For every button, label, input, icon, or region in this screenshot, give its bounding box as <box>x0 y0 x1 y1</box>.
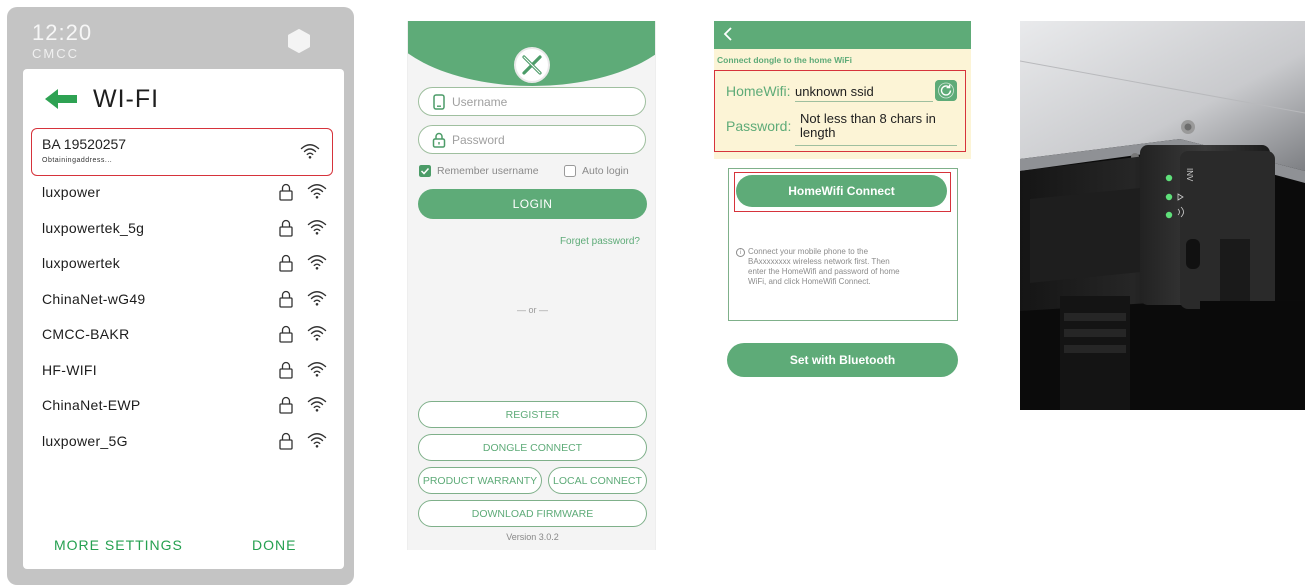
homewifi-screen: Connect dongle to the home WiFi HomeWifi… <box>714 21 971 381</box>
back-arrow-icon[interactable] <box>45 87 79 111</box>
wifi-network-row[interactable]: HF-WIFI <box>31 356 333 386</box>
lock-icon <box>279 183 293 201</box>
password-placeholder: Password <box>452 132 505 147</box>
wifi-settings-panel: 12:20 CMCC WI-FI BA 19520257 Obtainingad… <box>7 7 354 585</box>
top-bar <box>714 21 971 49</box>
wifi-network-row[interactable]: luxpowertek_5g <box>31 214 333 244</box>
homewifi-underline <box>795 101 933 102</box>
hint-text: Connect dongle to the home WiFi <box>717 55 852 65</box>
or-divider: — or — <box>516 305 548 315</box>
lock-icon <box>279 254 293 272</box>
more-settings-button[interactable]: MORE SETTINGS <box>54 537 183 553</box>
set-with-bluetooth-button[interactable]: Set with Bluetooth <box>727 343 958 377</box>
password-label: Password: <box>726 118 792 134</box>
lock-icon <box>279 396 293 414</box>
wifi-network-ssid: luxpowertek <box>42 255 121 271</box>
status-carrier: CMCC <box>32 46 79 61</box>
homewifi-label: HomeWifi: <box>726 83 791 99</box>
wifi-network-row[interactable]: ChinaNet-EWP <box>31 391 333 421</box>
dongle-photo: INV <box>1020 21 1305 410</box>
info-line-2: BAxxxxxxxx wireless network first. Then <box>748 257 890 266</box>
lock-icon <box>279 325 293 343</box>
user-icon <box>433 93 445 110</box>
wifi-network-row[interactable]: luxpower <box>31 178 333 208</box>
led-inv <box>1165 174 1173 182</box>
remember-username-checkbox[interactable]: Remember username <box>419 165 539 177</box>
login-screen: Username Password Remember username Auto… <box>407 21 656 550</box>
password-input[interactable]: Password <box>418 125 646 154</box>
wifi-icon <box>307 255 327 270</box>
lock-icon <box>279 361 293 379</box>
wifi-icon <box>307 432 327 448</box>
selected-network-status: Obtainingaddress... <box>42 157 113 164</box>
wifi-network-row[interactable]: CMCC-BAKR <box>31 320 333 350</box>
auto-login-label: Auto login <box>582 165 629 177</box>
wifi-icon <box>307 326 327 341</box>
app-logo <box>514 47 550 83</box>
wifi-network-ssid: ChinaNet-EWP <box>42 397 141 413</box>
wifi-network-ssid: luxpower <box>42 184 101 200</box>
logo-x-icon <box>522 55 542 75</box>
dongle-connect-button[interactable]: DONGLE CONNECT <box>418 434 647 461</box>
wifi-sheet: WI-FI BA 19520257 Obtainingaddress... lu… <box>23 69 344 569</box>
wifi-network-ssid: luxpowertek_5g <box>42 219 145 236</box>
register-button[interactable]: REGISTER <box>418 401 647 428</box>
back-chevron-icon[interactable] <box>723 26 733 42</box>
wifi-icon <box>307 184 327 199</box>
led-wifi <box>1165 193 1173 201</box>
checkbox-checked-icon <box>419 165 431 177</box>
selected-network[interactable]: BA 19520257 Obtainingaddress... <box>31 128 333 176</box>
wifi-network-row[interactable]: ChinaNet-wG49 <box>31 285 333 315</box>
app-version: Version 3.0.2 <box>506 532 559 542</box>
product-warranty-button[interactable]: PRODUCT WARRANTY <box>418 467 542 494</box>
wifi-password-field[interactable]: Not less than 8 chars in length <box>800 112 936 140</box>
wifi-password-placeholder-line2: length <box>800 125 836 140</box>
wifi-network-ssid: luxpower_5G <box>42 432 128 449</box>
wifi-icon <box>307 361 327 377</box>
inv-label: INV <box>1185 168 1194 182</box>
lock-icon <box>279 432 293 450</box>
lock-icon <box>279 219 293 237</box>
wifi-header: WI-FI <box>45 84 159 114</box>
forget-password-link[interactable]: Forget password? <box>560 236 640 247</box>
wifi-network-row[interactable]: luxpowertek <box>31 249 333 279</box>
wifi-network-ssid: HF-WIFI <box>42 361 97 378</box>
info-icon: i <box>736 248 745 257</box>
username-placeholder: Username <box>452 94 508 109</box>
wifi-password-placeholder-line1: Not less than 8 chars in <box>800 111 936 126</box>
wifi-network-row[interactable]: luxpower_5G <box>31 427 333 457</box>
checkbox-icon <box>564 165 576 177</box>
refresh-icon[interactable] <box>935 80 957 101</box>
wifi-network-ssid: CMCC-BAKR <box>42 326 130 342</box>
wifi-icon <box>300 144 320 159</box>
homewifi-ssid-field[interactable]: unknown ssid <box>795 84 874 99</box>
led-comm <box>1165 211 1173 219</box>
info-line-3: enter the HomeWifi and password of home <box>748 267 900 276</box>
remember-username-label: Remember username <box>437 165 539 177</box>
username-input[interactable]: Username <box>418 87 646 116</box>
lock-icon <box>279 290 293 308</box>
done-button[interactable]: DONE <box>252 537 296 553</box>
hexagon-icon[interactable] <box>286 28 312 54</box>
password-lock-icon <box>432 132 446 148</box>
wifi-network-ssid: ChinaNet-wG49 <box>42 290 146 307</box>
dongle-illustration: INV <box>1020 21 1305 410</box>
info-line-1: Connect your mobile phone to the <box>748 247 869 256</box>
status-time: 12:20 <box>32 20 93 45</box>
password-underline <box>795 145 957 146</box>
auto-login-checkbox[interactable]: Auto login <box>564 165 629 177</box>
info-line-4: WiFi, and click HomeWifi Connect. <box>748 277 871 286</box>
highlight-box-connect <box>734 172 951 212</box>
wifi-icon <box>307 219 327 235</box>
selected-network-ssid: BA 19520257 <box>42 136 127 152</box>
download-firmware-button[interactable]: DOWNLOAD FIRMWARE <box>418 500 647 527</box>
page-title: WI-FI <box>93 84 160 113</box>
instructions: i Connect your mobile phone to the BAxxxx… <box>736 247 947 287</box>
local-connect-button[interactable]: LOCAL CONNECT <box>548 467 647 494</box>
wifi-icon <box>307 397 327 412</box>
login-button[interactable]: LOGIN <box>418 189 647 219</box>
wifi-icon <box>307 290 327 306</box>
